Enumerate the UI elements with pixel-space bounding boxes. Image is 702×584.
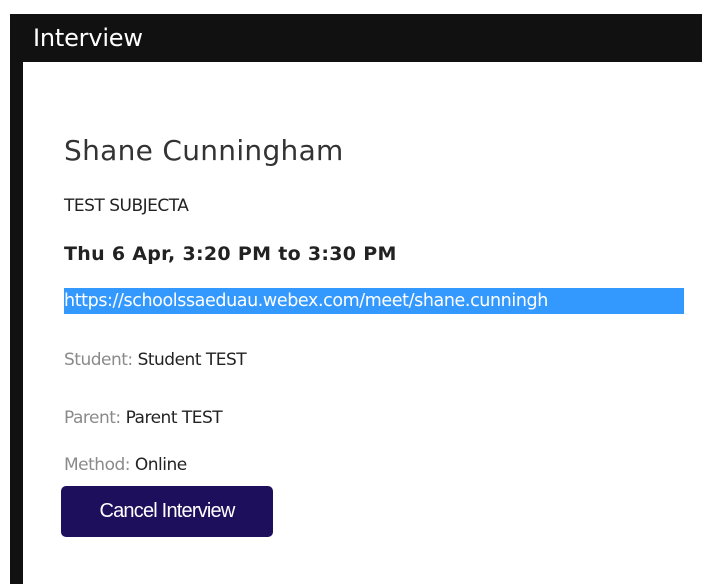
parent-value: Parent TEST	[125, 408, 223, 428]
method-label: Method:	[64, 455, 131, 475]
dialog-content: Shane Cunningham TEST SUBJECTA Thu 6 Apr…	[23, 62, 702, 584]
method-value: Online	[134, 455, 187, 475]
student-row: Student: Student TEST	[64, 350, 247, 370]
dialog-left-border	[10, 62, 23, 584]
subject-name: TEST SUBJECTA	[64, 196, 189, 216]
cancel-interview-button[interactable]: Cancel Interview	[61, 486, 273, 537]
dialog-title: Interview	[33, 24, 143, 52]
dialog-title-bar: Interview	[10, 14, 702, 62]
teacher-name: Shane Cunningham	[64, 134, 344, 167]
parent-label: Parent:	[64, 408, 121, 428]
interview-datetime: Thu 6 Apr, 3:20 PM to 3:30 PM	[64, 243, 397, 265]
parent-row: Parent: Parent TEST	[64, 408, 223, 428]
interview-dialog: Interview Shane Cunningham TEST SUBJECTA…	[0, 0, 702, 584]
method-row: Method: Online	[64, 455, 187, 475]
student-value: Student TEST	[137, 350, 247, 370]
meeting-link[interactable]: https://schoolssaeduau.webex.com/meet/sh…	[64, 288, 684, 314]
student-label: Student:	[64, 350, 133, 370]
